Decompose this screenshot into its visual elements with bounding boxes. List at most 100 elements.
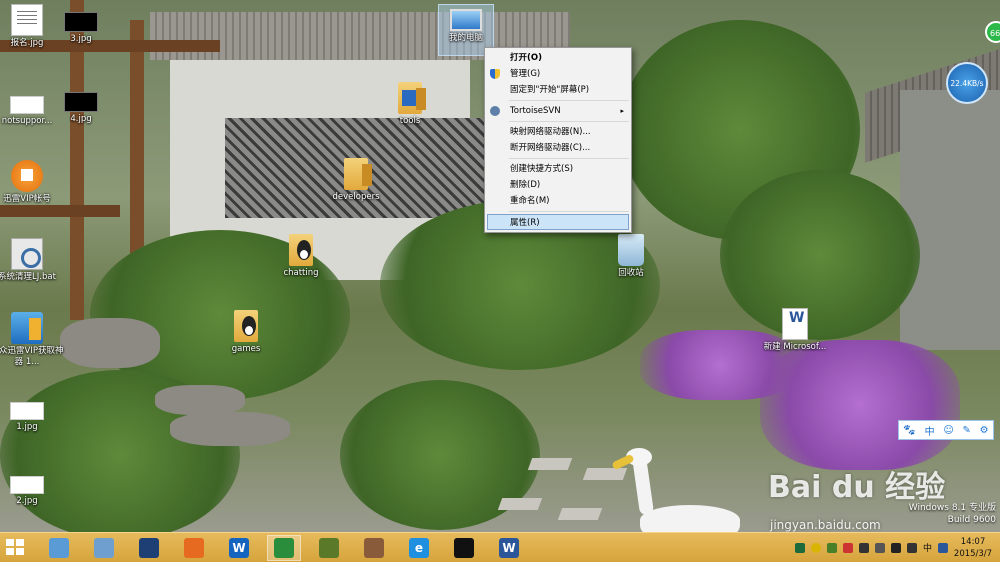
batch-file-icon xyxy=(11,238,43,270)
windows-logo-icon xyxy=(6,548,14,555)
internet-explorer-icon: e xyxy=(409,538,429,558)
image-file-icon xyxy=(10,476,44,494)
tray-app-icon[interactable] xyxy=(826,542,837,553)
word-icon: W xyxy=(499,538,519,558)
menu-item-pin-to-start[interactable]: 固定到"开始"屏幕(P) xyxy=(485,82,631,98)
context-menu: 打开(O) 管理(G) 固定到"开始"屏幕(P) TortoiseSVN ▸ 映射… xyxy=(484,47,632,233)
desktop-icon-1jpg[interactable]: 1.jpg xyxy=(0,392,64,433)
ime-paw-icon[interactable]: 🐾 xyxy=(903,425,915,436)
wallpaper-flowers xyxy=(760,340,960,470)
keyboard-icon[interactable] xyxy=(938,542,948,553)
clock-date: 2015/3/7 xyxy=(953,549,993,559)
wallpaper-post xyxy=(130,20,144,280)
tray-app-icon[interactable] xyxy=(874,542,885,553)
network-speed-ball[interactable]: 22.4KB/s xyxy=(946,62,988,104)
desktop-icon-3jpg[interactable]: 3.jpg xyxy=(44,4,118,45)
app-launcher-icon xyxy=(49,538,69,558)
menu-item-create-shortcut[interactable]: 创建快捷方式(S) xyxy=(485,161,631,177)
installer-icon xyxy=(11,312,43,344)
internet-explorer-button[interactable]: e xyxy=(402,535,436,561)
menu-item-manage[interactable]: 管理(G) xyxy=(485,66,631,82)
volume-icon[interactable] xyxy=(906,542,917,553)
computer-manager-icon xyxy=(139,538,159,558)
recycle-bin-icon xyxy=(618,234,644,266)
system-tray: 中 xyxy=(794,541,948,554)
input-language[interactable]: 中 xyxy=(923,541,932,554)
feige-icon xyxy=(274,538,294,558)
menu-item-label: 打开(O) xyxy=(510,53,542,63)
windows-edition: Windows 8.1 专业版 Build 9600 xyxy=(909,502,996,526)
menu-separator xyxy=(509,158,629,159)
wallpaper-beam xyxy=(0,205,120,217)
file-explorer-icon xyxy=(94,538,114,558)
firefox-button[interactable] xyxy=(177,535,211,561)
qq-folder-icon xyxy=(289,234,313,266)
computer-manager-button[interactable] xyxy=(132,535,166,561)
desktop-icon-label: 系统清理LJ.bat xyxy=(0,272,56,282)
desktop-icon-2jpg[interactable]: 2.jpg xyxy=(0,466,64,507)
desktop-icon-recycle-bin[interactable]: 回收站 xyxy=(594,234,668,279)
menu-item-tortoisesvn[interactable]: TortoiseSVN ▸ xyxy=(485,103,631,119)
desktop-icon-xunlei-tool[interactable]: 小众迅雷VIP获取神器 1... xyxy=(0,312,64,368)
desktop-icon-4jpg[interactable]: 4.jpg xyxy=(44,84,118,125)
desktop-icon-cleanup-bat[interactable]: 系统清理LJ.bat xyxy=(0,238,64,283)
ime-handwrite-icon[interactable]: ✎ xyxy=(963,425,971,436)
command-prompt-button[interactable] xyxy=(447,535,481,561)
desktop-icon-label: 3.jpg xyxy=(70,34,92,44)
start-button[interactable] xyxy=(6,539,26,557)
menu-item-label: 属性(R) xyxy=(510,218,540,228)
desktop-icon-label: tools xyxy=(399,116,421,126)
wps-writer-button[interactable]: W xyxy=(222,535,256,561)
desktop-icon-tools[interactable]: tools xyxy=(373,82,447,127)
ime-settings-icon[interactable]: ⚙ xyxy=(980,425,989,436)
tray-app-icon[interactable] xyxy=(810,542,821,553)
image-file-icon xyxy=(64,12,98,32)
menu-item-label: 映射网络驱动器(N)... xyxy=(510,127,591,137)
desktop-icon-xunlei-vip[interactable]: 迅雷VIP帐号 xyxy=(0,160,64,205)
tray-app-icon[interactable] xyxy=(858,542,869,553)
desktop-icon-chatting[interactable]: chatting xyxy=(264,234,338,279)
menu-separator xyxy=(509,211,629,212)
network-icon[interactable] xyxy=(890,542,901,553)
file-explorer-button[interactable] xyxy=(87,535,121,561)
draw-app-button[interactable] xyxy=(312,535,346,561)
baidu-watermark: Bai du 经验 xyxy=(768,470,946,505)
wallpaper-swan xyxy=(640,505,740,535)
ime-emoji-icon[interactable]: ☺ xyxy=(943,425,953,436)
tray-chevron-icon[interactable] xyxy=(794,542,805,553)
menu-item-open[interactable]: 打开(O) xyxy=(485,50,631,66)
desktop-icon-new-word-doc[interactable]: 新建 Microsof... xyxy=(758,308,832,353)
clock[interactable]: 14:07 2015/3/7 xyxy=(950,536,996,560)
menu-item-label: 管理(G) xyxy=(510,69,541,79)
edition-build: Build 9600 xyxy=(947,515,996,525)
command-prompt-icon xyxy=(454,538,474,558)
menu-item-properties[interactable]: 属性(R) xyxy=(487,214,629,230)
menu-item-label: 断开网络驱动器(C)... xyxy=(510,143,591,153)
image-file-icon xyxy=(11,4,43,36)
tray-app-icon[interactable] xyxy=(842,542,853,553)
app-launcher-button[interactable] xyxy=(42,535,76,561)
word-button[interactable]: W xyxy=(492,535,526,561)
desktop-icon-label: 小众迅雷VIP获取神器 1... xyxy=(0,346,64,367)
image-file-icon xyxy=(10,96,44,114)
menu-item-label: 删除(D) xyxy=(510,180,541,190)
shield-icon xyxy=(490,69,500,79)
contacts-button[interactable] xyxy=(357,535,391,561)
windows-logo-icon xyxy=(16,548,24,555)
menu-item-map-network-drive[interactable]: 映射网络驱动器(N)... xyxy=(485,124,631,140)
ime-chinese-toggle[interactable]: 中 xyxy=(925,423,935,438)
desktop-icon-label: 我的电脑 xyxy=(448,33,483,43)
submenu-arrow-icon: ▸ xyxy=(620,107,624,115)
desktop-icon-developers[interactable]: developers xyxy=(319,158,393,203)
taskbar: We W 中 14:07 2015/3/7 xyxy=(0,532,1000,562)
feige-button[interactable] xyxy=(267,535,301,561)
windows-logo-icon xyxy=(16,539,24,546)
desktop-icon-label: 1.jpg xyxy=(16,422,38,432)
floating-badge[interactable]: 66 xyxy=(985,21,1000,43)
menu-item-disconnect-network-drive[interactable]: 断开网络驱动器(C)... xyxy=(485,140,631,156)
menu-item-delete[interactable]: 删除(D) xyxy=(485,177,631,193)
desktop-icon-games[interactable]: games xyxy=(209,310,283,355)
menu-item-rename[interactable]: 重命名(M) xyxy=(485,193,631,209)
wallpaper-stone xyxy=(527,458,573,470)
wps-writer-icon: W xyxy=(229,538,249,558)
